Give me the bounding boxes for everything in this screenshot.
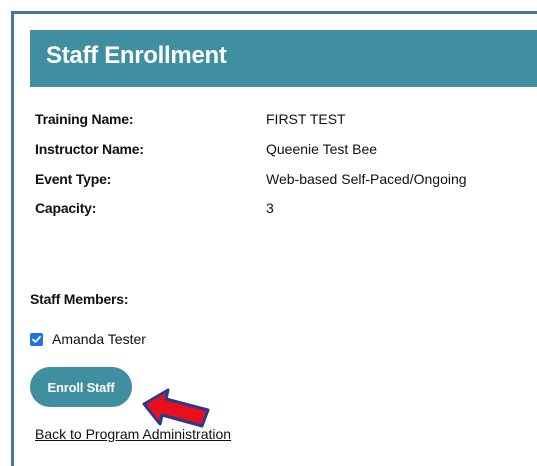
- capacity-value: 3: [266, 200, 274, 216]
- staff-member-name: Amanda Tester: [52, 331, 146, 347]
- event-type-label: Event Type:: [35, 171, 112, 187]
- page-title: Staff Enrollment: [46, 42, 227, 69]
- capacity-label: Capacity:: [35, 200, 97, 216]
- page-header: Staff Enrollment: [30, 30, 537, 87]
- instructor-name-label: Instructor Name:: [35, 141, 144, 157]
- staff-members-label: Staff Members:: [30, 291, 129, 307]
- back-to-program-administration-link[interactable]: Back to Program Administration: [35, 426, 231, 442]
- enroll-staff-button[interactable]: Enroll Staff: [30, 367, 132, 407]
- training-name-value: FIRST TEST: [266, 111, 346, 127]
- event-type-value: Web-based Self-Paced/Ongoing: [266, 171, 467, 187]
- instructor-name-value: Queenie Test Bee: [266, 141, 378, 157]
- training-name-label: Training Name:: [35, 111, 134, 127]
- staff-member-checkbox[interactable]: [30, 332, 43, 346]
- staff-member-item[interactable]: Amanda Tester: [30, 330, 146, 348]
- checkmark-icon: [32, 335, 41, 343]
